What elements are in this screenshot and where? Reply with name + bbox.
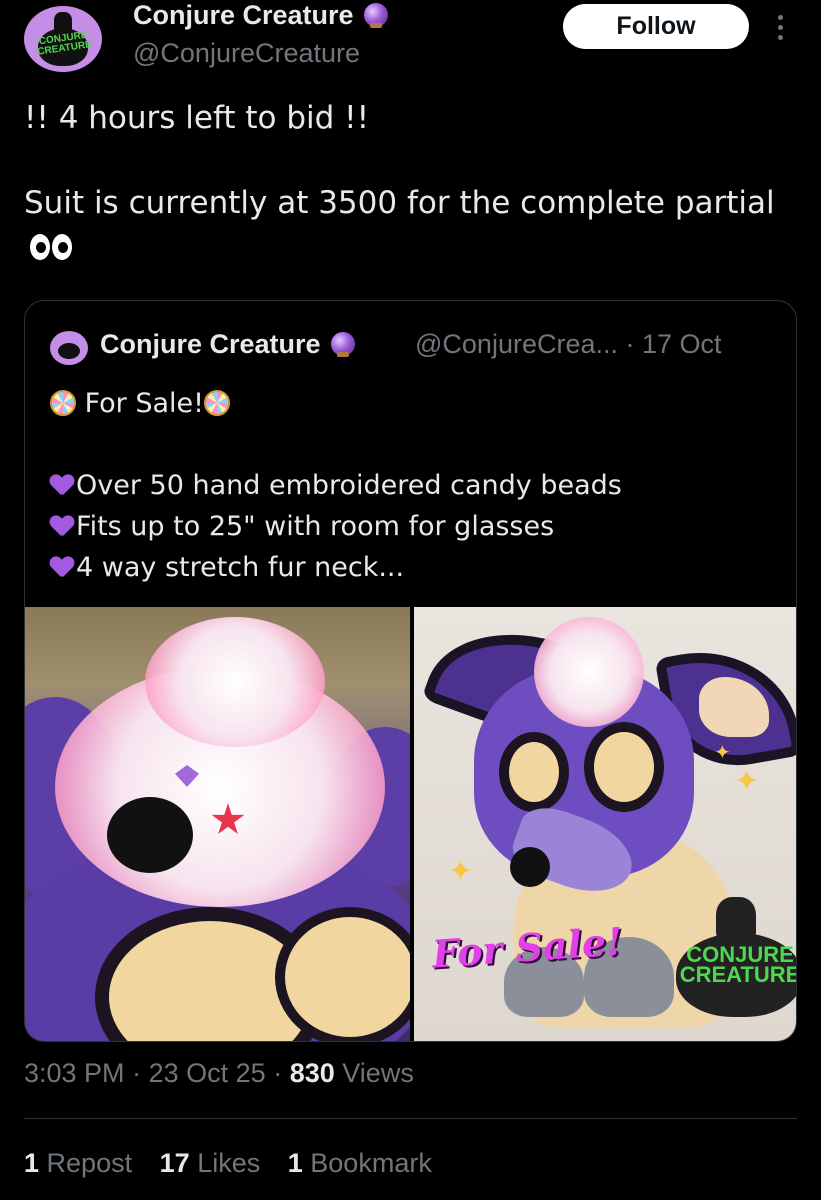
fursuit-closeup-photo[interactable] bbox=[25, 607, 410, 1041]
quoted-author-handle-time: @ConjureCrea... · 17 Oct bbox=[415, 329, 722, 359]
likes-stat[interactable]: 17 Likes bbox=[160, 1148, 261, 1178]
views-count: 830 bbox=[289, 1058, 335, 1088]
lollipop-icon bbox=[50, 390, 76, 416]
quoted-tweet[interactable]: Conjure Creature @ConjureCrea... · 17 Oc… bbox=[24, 300, 797, 1042]
purple-heart-icon bbox=[50, 516, 74, 538]
tweet-time[interactable]: 3:03 PM bbox=[24, 1058, 125, 1088]
crystal-ball-icon bbox=[363, 3, 388, 28]
tweet-body: !! 4 hours left to bid !! Suit is curren… bbox=[24, 96, 794, 271]
tweet-meta: 3:03 PM · 23 Oct 25 · 830 Views bbox=[24, 1058, 414, 1088]
conjure-creature-logo: CONJURE CREATURE bbox=[676, 897, 796, 1017]
lollipop-icon bbox=[203, 390, 230, 416]
bookmarks-stat[interactable]: 1 Bookmark bbox=[288, 1148, 432, 1178]
bullet-item: Over 50 hand embroidered candy beads bbox=[50, 465, 790, 506]
bullet-item: 4 way stretch fur neck... bbox=[50, 547, 790, 588]
tweet-line-1: !! 4 hours left to bid !! bbox=[24, 100, 370, 136]
author-handle[interactable]: @ConjureCreature bbox=[133, 38, 360, 69]
quoted-time: · 17 Oct bbox=[625, 329, 722, 359]
author-display-name[interactable]: Conjure Creature bbox=[133, 0, 388, 31]
author-avatar[interactable]: CONJURE CREATURE bbox=[24, 6, 102, 72]
sparkle-icon: ✦ bbox=[734, 764, 760, 799]
quoted-author-avatar[interactable] bbox=[50, 331, 88, 365]
engagement-stats: 1 Repost 17 Likes 1 Bookmark bbox=[24, 1148, 452, 1179]
tweet-header: CONJURE CREATURE Conjure Creature @Conjur… bbox=[0, 0, 821, 80]
quoted-author-display-name: Conjure Creature bbox=[100, 329, 355, 360]
reposts-stat[interactable]: 1 Repost bbox=[24, 1148, 132, 1178]
tweet-line-2: Suit is currently at 3500 for the comple… bbox=[24, 181, 794, 271]
views-label: Views bbox=[342, 1058, 414, 1088]
sparkle-icon: ✦ bbox=[448, 854, 474, 889]
purple-heart-icon bbox=[50, 557, 74, 579]
quoted-title-line: For Sale! bbox=[50, 383, 790, 424]
divider bbox=[24, 1118, 797, 1119]
more-options-icon[interactable] bbox=[770, 10, 790, 46]
eyes-icon bbox=[30, 232, 74, 262]
quoted-tweet-body: For Sale! Over 50 hand embroidered candy… bbox=[50, 383, 790, 588]
nose-shape bbox=[107, 797, 193, 873]
follow-button[interactable]: Follow bbox=[563, 4, 749, 49]
crystal-ball-icon bbox=[330, 332, 355, 357]
bullet-item: Fits up to 25" with room for glasses bbox=[50, 506, 790, 547]
quoted-media-grid: ✦ ✦ ✦ For Sale! CONJURE CREATURE bbox=[25, 607, 796, 1041]
purple-heart-icon bbox=[50, 475, 74, 497]
fursuit-full-photo[interactable]: ✦ ✦ ✦ For Sale! CONJURE CREATURE bbox=[414, 607, 796, 1041]
tweet-date[interactable]: 23 Oct 25 bbox=[149, 1058, 266, 1088]
